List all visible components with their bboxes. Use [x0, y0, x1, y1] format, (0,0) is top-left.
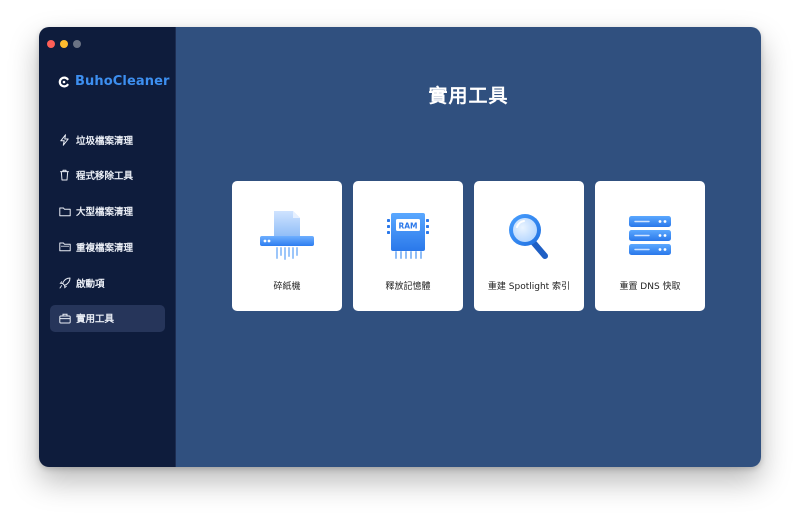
window-controls [47, 40, 81, 48]
shredder-card[interactable]: 碎紙機 [232, 181, 342, 311]
lightning-icon [58, 133, 71, 146]
sidebar-item-label: 程式移除工具 [76, 171, 134, 183]
magnifier-icon [474, 209, 584, 263]
close-window-button[interactable] [47, 40, 55, 48]
sidebar-item-label: 垃圾檔案清理 [76, 135, 134, 147]
zoom-window-button[interactable] [73, 40, 81, 48]
main-panel: 實用工具 碎紙機 RAM 釋放記憶體 重建 Spotlight 索引 重置 DN… [176, 27, 761, 467]
app-window: BuhoCleaner 垃圾檔案清理 程式移除工具 大型檔案清理 重複檔案清理 … [39, 27, 761, 467]
card-label: 重置 DNS 快取 [619, 282, 681, 292]
tool-cards: 碎紙機 RAM 釋放記憶體 重建 Spotlight 索引 重置 DNS 快取 [232, 181, 705, 311]
sidebar-item-label: 實用工具 [76, 314, 115, 326]
trash-icon [58, 169, 71, 182]
folder-icon [58, 205, 71, 218]
sidebar-item-toolkit[interactable]: 實用工具 [50, 304, 165, 332]
server-stack-icon [595, 209, 705, 263]
sidebar-item-junk-cleanup[interactable]: 垃圾檔案清理 [50, 126, 165, 153]
sidebar-item-duplicate-files[interactable]: 重複檔案清理 [50, 233, 165, 260]
card-label: 重建 Spotlight 索引 [487, 282, 571, 292]
reset-dns-card[interactable]: 重置 DNS 快取 [595, 181, 705, 311]
app-name: BuhoCleaner [75, 74, 170, 89]
ram-chip-icon: RAM [353, 209, 463, 263]
page-title: 實用工具 [428, 85, 509, 107]
card-label: 碎紙機 [273, 282, 301, 292]
rocket-icon [58, 276, 71, 289]
ram-chip-text: RAM [398, 222, 417, 231]
shredder-icon [232, 209, 342, 263]
toolbox-icon [58, 312, 71, 325]
sidebar-item-app-uninstaller[interactable]: 程式移除工具 [50, 162, 165, 189]
rebuild-spotlight-card[interactable]: 重建 Spotlight 索引 [474, 181, 584, 311]
free-memory-card[interactable]: RAM 釋放記憶體 [353, 181, 463, 311]
sidebar-item-label: 啟動項 [76, 278, 105, 290]
sidebar-nav: 垃圾檔案清理 程式移除工具 大型檔案清理 重複檔案清理 啟動項 實用工具 [50, 126, 165, 341]
sidebar-item-label: 重複檔案清理 [76, 242, 134, 254]
sidebar: BuhoCleaner 垃圾檔案清理 程式移除工具 大型檔案清理 重複檔案清理 … [39, 27, 176, 467]
minimize-window-button[interactable] [60, 40, 68, 48]
sidebar-item-label: 大型檔案清理 [76, 207, 134, 219]
buho-logo-icon [58, 76, 70, 88]
sidebar-item-large-files[interactable]: 大型檔案清理 [50, 198, 165, 225]
card-label: 釋放記憶體 [385, 282, 431, 292]
folders-icon [58, 240, 71, 253]
sidebar-item-startup-items[interactable]: 啟動項 [50, 269, 165, 296]
app-brand: BuhoCleaner [58, 74, 170, 89]
